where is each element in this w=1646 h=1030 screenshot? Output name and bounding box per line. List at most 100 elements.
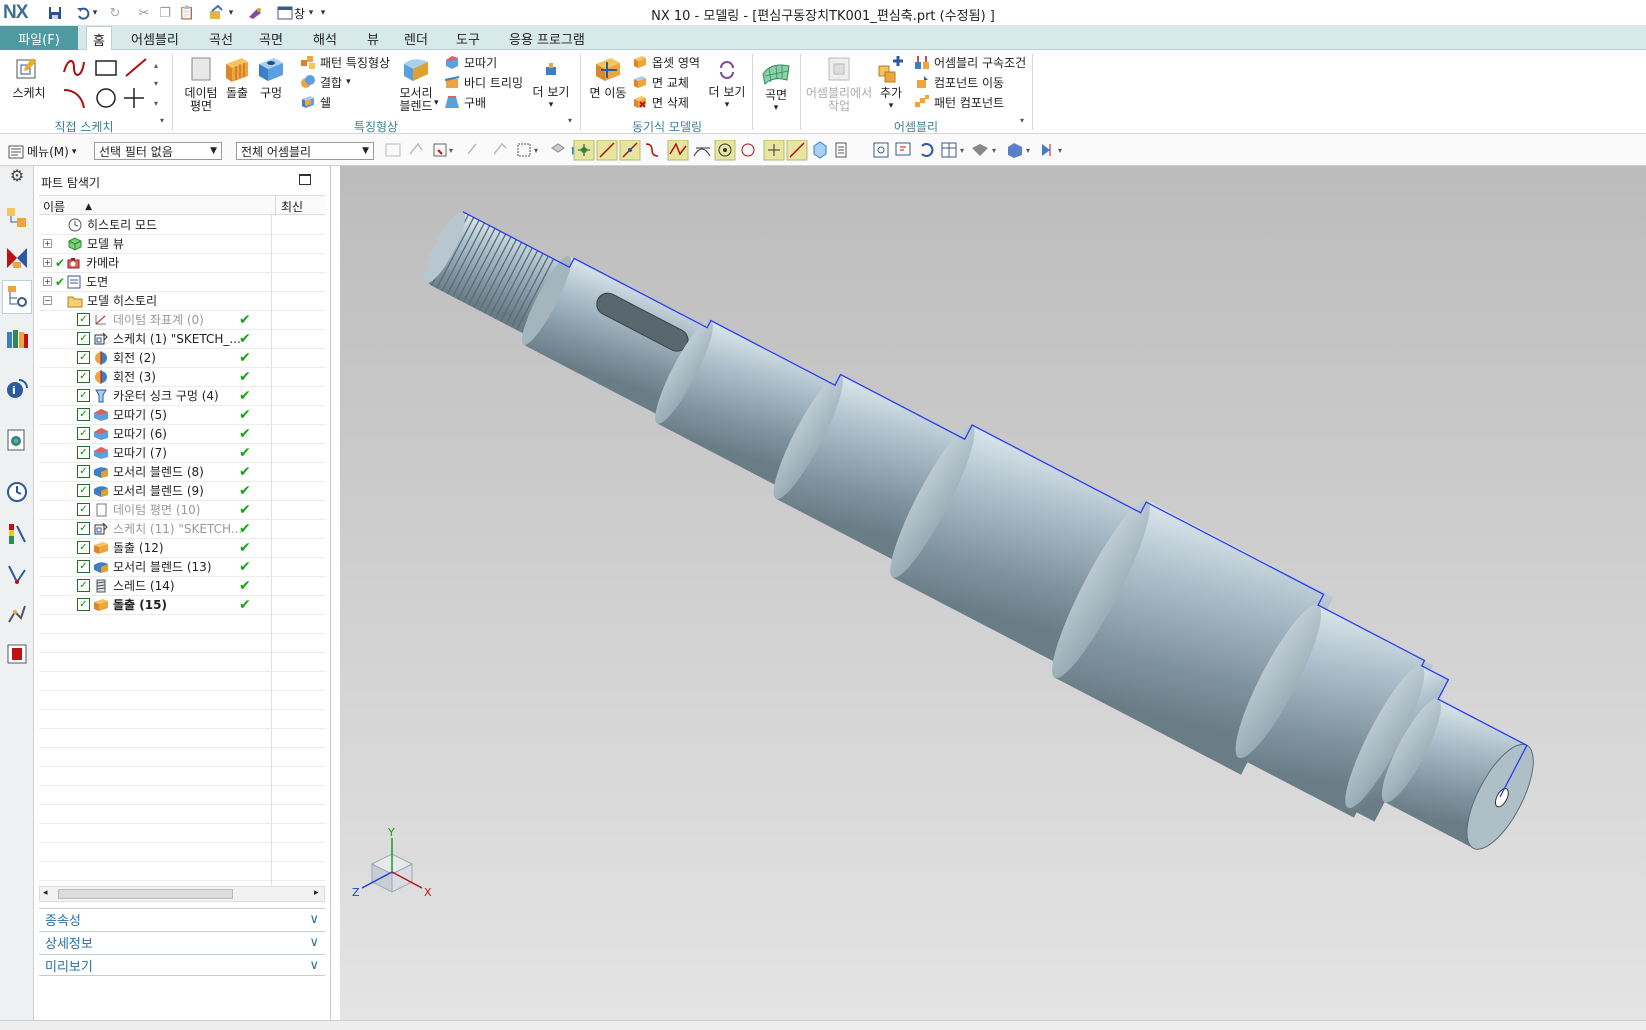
snap-view-icon[interactable]: [813, 141, 827, 159]
constraint-navigator-icon[interactable]: [5, 246, 29, 270]
point-on-curve-snap-icon[interactable]: [763, 140, 785, 161]
edge-blend-dropdown-icon[interactable]: ▾: [434, 98, 439, 108]
repeat-command-icon[interactable]: [207, 4, 225, 22]
suppress-checkbox[interactable]: ✓: [77, 332, 90, 345]
copy-icon[interactable]: ❐: [156, 4, 174, 22]
web-browser-icon[interactable]: [5, 428, 29, 452]
tree-row[interactable]: ✓ 스케치 (1) "SKETCH_... ✔: [39, 329, 325, 349]
selection-filter-select[interactable]: 선택 필터 없음 ▼: [94, 142, 222, 160]
tree-row[interactable]: − 모델 히스토리: [39, 291, 325, 311]
tangent-snap-icon[interactable]: [693, 147, 711, 157]
roles-icon[interactable]: [5, 642, 29, 666]
move-component-button[interactable]: 컴포넌트 이동: [914, 72, 1004, 92]
tree-row[interactable]: + ✔ 도면: [39, 272, 325, 292]
move-face-button[interactable]: 면 이동: [588, 54, 628, 100]
profile-icon[interactable]: [63, 60, 85, 76]
feature-more-button[interactable]: 더 보기 ▾: [532, 60, 570, 112]
suppress-checkbox[interactable]: ✓: [77, 484, 90, 497]
sketch-button[interactable]: 스케치: [8, 54, 50, 100]
group-expand-icon[interactable]: ▾: [160, 116, 164, 125]
offset-region-button[interactable]: 옵셋 영역: [632, 52, 700, 72]
shaft-part[interactable]: [390, 166, 1566, 896]
point-on-face-snap-icon[interactable]: [786, 140, 808, 161]
hole-button[interactable]: 구멍: [256, 54, 286, 100]
follow-selection-icon[interactable]: [467, 143, 477, 155]
endpoint-snap-icon[interactable]: [596, 140, 618, 161]
assembly-navigator-icon[interactable]: [5, 206, 29, 230]
graphics-window[interactable]: Y X Z: [340, 166, 1646, 1020]
tree-row[interactable]: ✓ 모서리 블렌드 (9) ✔: [39, 481, 325, 501]
tree-row[interactable]: ✓ 돌출 (12) ✔: [39, 538, 325, 558]
visible-check-icon[interactable]: ✔: [55, 275, 65, 289]
tab-home[interactable]: 홈: [86, 26, 112, 51]
suppress-checkbox[interactable]: ✓: [77, 351, 90, 364]
expand-toggle-icon[interactable]: +: [43, 277, 52, 286]
suppress-checkbox[interactable]: ✓: [77, 446, 90, 459]
suppress-checkbox[interactable]: ✓: [77, 522, 90, 535]
suppress-checkbox[interactable]: ✓: [77, 579, 90, 592]
pattern-component-button[interactable]: 패턴 컴포넌트: [914, 92, 1004, 112]
cut-icon[interactable]: ✂: [135, 4, 153, 22]
suppress-checkbox[interactable]: ✓: [77, 370, 90, 383]
unite-dropdown-icon[interactable]: ▾: [346, 77, 351, 87]
maximize-icon[interactable]: [299, 174, 311, 185]
surface-button[interactable]: 곡면 ▾: [758, 56, 794, 115]
menu-button[interactable]: 메뉴(M) ▾: [8, 143, 76, 160]
general-selection-icon[interactable]: [385, 143, 401, 157]
arc-icon[interactable]: [63, 89, 85, 109]
snap-point-icon[interactable]: [573, 140, 595, 161]
expand-toggle-icon[interactable]: +: [43, 258, 52, 267]
select-all-icon[interactable]: ▾: [433, 143, 453, 157]
pattern-feature-button[interactable]: 패턴 특징형상: [300, 52, 390, 72]
redo-icon[interactable]: ↻: [106, 4, 124, 22]
scrollbar-thumb[interactable]: [58, 889, 233, 899]
suppress-checkbox[interactable]: ✓: [77, 598, 90, 611]
render-style-icon[interactable]: ▾: [972, 144, 996, 156]
suppress-checkbox[interactable]: ✓: [77, 503, 90, 516]
tab-render[interactable]: 렌더: [398, 26, 434, 50]
process-studio-icon[interactable]: [5, 562, 29, 586]
scroll-right-icon[interactable]: ▸: [314, 888, 319, 898]
suppress-checkbox[interactable]: ✓: [77, 313, 90, 326]
rectangle-select-icon[interactable]: ▾: [517, 143, 538, 157]
display-mode-icon[interactable]: ▾: [1008, 143, 1030, 158]
draft-button[interactable]: 구배: [444, 92, 486, 112]
tree-row[interactable]: 히스토리 모드: [39, 215, 325, 235]
quadrant-snap-icon[interactable]: [741, 143, 755, 157]
line-icon[interactable]: [125, 58, 147, 77]
paste-icon[interactable]: 📋: [178, 4, 196, 22]
reuse-library-icon[interactable]: [5, 326, 29, 350]
add-component-button[interactable]: 추가 ▾: [874, 54, 908, 113]
tree-row[interactable]: ✓ 모따기 (5) ✔: [39, 405, 325, 425]
replace-face-button[interactable]: 면 교체: [632, 72, 689, 92]
details-panel[interactable]: 상세정보 ∨: [39, 931, 325, 953]
tree-row[interactable]: ✓ 회전 (2) ✔: [39, 348, 325, 368]
save-icon[interactable]: [46, 4, 64, 22]
midpoint-snap-icon[interactable]: [619, 140, 641, 161]
snap-list-icon[interactable]: [835, 142, 847, 158]
extrude-button[interactable]: 돌출: [221, 54, 253, 100]
sync-more-button[interactable]: 더 보기 ▾: [708, 60, 746, 112]
tree-row[interactable]: ✓ 돌출 (15) ✔: [39, 595, 325, 615]
arc-center-snap-icon[interactable]: [714, 140, 736, 161]
tree-row[interactable]: ✓ 모따기 (7) ✔: [39, 443, 325, 463]
selection-scope-select[interactable]: 전체 어셈블리 ▼: [236, 142, 374, 160]
tree-row[interactable]: ✓ 데이텀 평면 (10) ✔: [39, 500, 325, 520]
tree-row[interactable]: ✓ 카운터 싱크 구멍 (4) ✔: [39, 386, 325, 406]
control-point-snap-icon[interactable]: [645, 143, 659, 157]
suppress-checkbox[interactable]: ✓: [77, 465, 90, 478]
tab-view[interactable]: 뷰: [361, 26, 385, 50]
assembly-group-expand-icon[interactable]: ▾: [1020, 116, 1024, 125]
suppress-checkbox[interactable]: ✓: [77, 541, 90, 554]
tab-file[interactable]: 파일(F): [0, 26, 78, 50]
shell-button[interactable]: 쉘: [300, 92, 331, 112]
undo-dropdown-icon[interactable]: ▾: [90, 4, 100, 22]
scroll-up-icon[interactable]: ▴: [154, 61, 158, 70]
scroll-down-icon[interactable]: ▾: [154, 79, 158, 88]
quick-access-customize-icon[interactable]: ▾: [318, 4, 328, 22]
datum-plane-button[interactable]: 데이텀 평면: [183, 54, 219, 113]
tree-row[interactable]: ✓ 스케치 (11) "SKETCH... ✔: [39, 519, 325, 539]
history-icon[interactable]: [5, 480, 29, 504]
edit-section-icon[interactable]: ▾: [1042, 144, 1062, 156]
circle-icon[interactable]: [96, 88, 116, 108]
